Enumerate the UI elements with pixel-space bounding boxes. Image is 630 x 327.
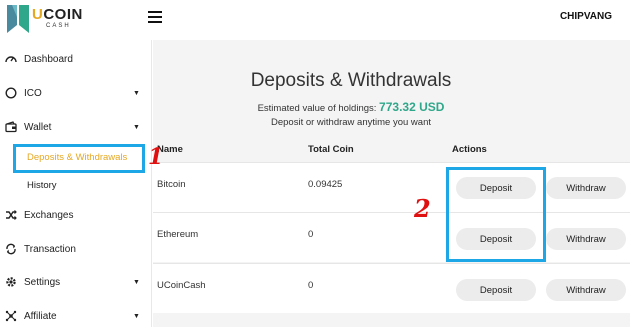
- logo-mark-icon: [7, 5, 29, 33]
- network-icon: [5, 310, 17, 322]
- coin-name: Ethereum: [157, 229, 199, 240]
- column-header-total-coin: Total Coin: [308, 144, 354, 155]
- logo-text: UCOIN: [32, 6, 83, 23]
- table-row: Bitcoin 0.09425 Deposit Withdraw: [153, 162, 630, 212]
- sidebar-item-label: Exchanges: [24, 209, 74, 221]
- withdraw-button[interactable]: Withdraw: [546, 177, 626, 199]
- dashboard-icon: [5, 53, 17, 65]
- estimated-label: Estimated value of holdings:: [257, 103, 377, 114]
- coin-total: 0.09425: [308, 179, 343, 190]
- coin-total: 0: [308, 229, 314, 240]
- withdraw-button[interactable]: Withdraw: [546, 228, 626, 250]
- coin-icon: [5, 87, 17, 99]
- sidebar-item-label: History: [27, 179, 57, 191]
- sidebar-item-label: Affiliate: [24, 310, 57, 322]
- table-row: UCoinCash 0 Deposit Withdraw: [153, 263, 630, 313]
- sidebar-item-ico[interactable]: ICO ▼: [0, 80, 152, 106]
- sidebar-item-label: Transaction: [24, 243, 76, 255]
- wallet-icon: [5, 121, 17, 133]
- sidebar-item-affiliate[interactable]: Affiliate ▼: [0, 303, 152, 327]
- sidebar-item-dashboard[interactable]: Dashboard: [0, 46, 152, 72]
- estimated-holdings: Estimated value of holdings: 773.32 USD: [153, 100, 549, 114]
- caret-down-icon: ▼: [133, 312, 140, 320]
- withdraw-button[interactable]: Withdraw: [546, 279, 626, 301]
- sidebar-item-history[interactable]: History: [0, 172, 152, 198]
- estimated-value: 773.32 USD: [379, 100, 445, 114]
- sidebar-item-wallet[interactable]: Wallet ▼: [0, 114, 152, 140]
- gear-icon: [5, 276, 17, 288]
- page-subtitle: Deposit or withdraw anytime you want: [271, 117, 431, 128]
- menu-toggle-icon[interactable]: [148, 11, 162, 23]
- sidebar-item-label: ICO: [24, 87, 42, 99]
- sidebar-item-label: Settings: [24, 276, 61, 288]
- username[interactable]: CHIPVANG: [560, 11, 612, 22]
- sidebar-item-exchanges[interactable]: Exchanges: [0, 202, 152, 228]
- annotation-number-2: 2: [414, 194, 431, 223]
- caret-down-icon: ▼: [133, 89, 140, 97]
- highlight-box-deposit-buttons: [446, 167, 546, 262]
- sidebar-item-label: Dashboard: [24, 53, 73, 65]
- main-content: Deposits & Withdrawals Estimated value o…: [153, 40, 630, 327]
- sidebar-item-label: Wallet: [24, 121, 52, 133]
- coin-name: Bitcoin: [157, 179, 186, 190]
- deposit-button[interactable]: Deposit: [456, 279, 536, 301]
- sidebar-item-transaction[interactable]: Transaction: [0, 236, 152, 262]
- table-row: Ethereum 0 Deposit Withdraw: [153, 212, 630, 262]
- page-title: Deposits & Withdrawals: [250, 70, 452, 91]
- column-header-actions: Actions: [452, 144, 487, 155]
- caret-down-icon: ▼: [133, 123, 140, 131]
- top-bar: UCOIN CASH CHIPVANG: [0, 0, 630, 40]
- coin-name: UCoinCash: [157, 280, 206, 291]
- shuffle-icon: [5, 209, 17, 221]
- coin-total: 0: [308, 280, 314, 291]
- caret-down-icon: ▼: [133, 278, 140, 286]
- logo-subtext: CASH: [46, 23, 71, 29]
- transaction-icon: [5, 243, 17, 255]
- highlight-box-deposits-link: [13, 144, 145, 173]
- annotation-number-1: 1: [148, 144, 164, 170]
- sidebar-item-settings[interactable]: Settings ▼: [0, 269, 152, 295]
- ucoin-logo[interactable]: UCOIN CASH: [5, 3, 82, 35]
- sidebar: Dashboard ICO ▼ Wallet ▼ Deposits & With…: [0, 40, 152, 327]
